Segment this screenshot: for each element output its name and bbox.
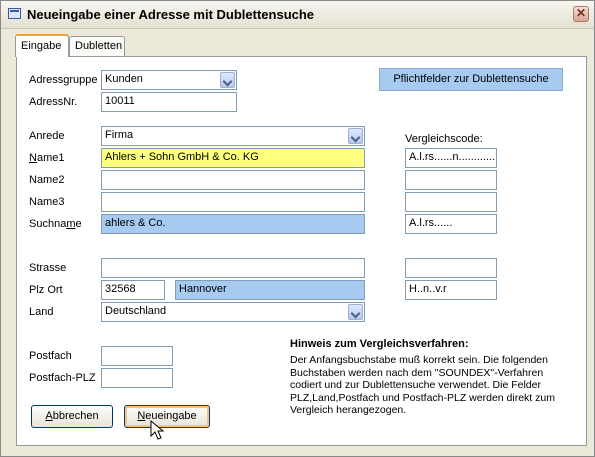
label-name1-mnemonic: N — [29, 152, 37, 164]
plz-field[interactable]: 32568 — [101, 280, 165, 300]
chevron-down-icon[interactable] — [220, 72, 235, 88]
suchname-field[interactable]: ahlers & Co. — [101, 214, 365, 234]
chevron-down-icon[interactable] — [348, 304, 363, 320]
label-adressnr: AdressNr. — [29, 96, 78, 108]
ort-field[interactable]: Hannover — [175, 280, 365, 300]
vergleich-strasse — [405, 258, 497, 278]
vergleich-name1: A.l.rs......n............. — [405, 148, 497, 168]
label-suchname-rest: e — [75, 218, 82, 230]
label-name1-rest: ame1 — [36, 152, 65, 164]
label-name3: Name3 — [29, 196, 65, 208]
land-select[interactable]: Deutschland — [101, 302, 365, 322]
pflichtfelder-legend: Pflichtfelder zur Dublettensuche — [379, 68, 563, 91]
mouse-cursor-icon — [150, 420, 165, 440]
label-anrede: Anrede — [29, 130, 65, 142]
label-name2: Name2 — [29, 174, 65, 186]
label-postfach: Postfach — [29, 350, 72, 362]
vergleich-suchname: A.l.rs...... — [405, 214, 497, 234]
abbrechen-mnemonic: A — [45, 410, 53, 422]
hinweis-text: Der Anfangsbuchstabe muß korrekt sein. D… — [290, 354, 555, 416]
vergleichscode-header: Vergleichscode: — [405, 133, 483, 145]
vergleich-plzort: H..n..v.r — [405, 280, 497, 300]
tab-eingabe[interactable]: Eingabe — [15, 34, 69, 57]
anrede-value: Firma — [105, 129, 134, 141]
window-title: Neueingabe einer Adresse mit Dublettensu… — [27, 7, 315, 22]
land-value: Deutschland — [105, 305, 167, 317]
postfach-plz-field[interactable] — [101, 368, 173, 388]
hinweis-title: Hinweis zum Vergleichsverfahren: — [290, 338, 469, 350]
postfach-field[interactable] — [101, 346, 173, 366]
name2-field[interactable] — [101, 170, 365, 190]
close-icon[interactable]: ✕ — [573, 6, 589, 22]
label-suchname: Suchname — [29, 218, 82, 230]
label-postfach-plz: Postfach-PLZ — [29, 372, 96, 384]
anrede-select[interactable]: Firma — [101, 126, 365, 146]
label-name1: Name1 — [29, 152, 64, 164]
label-plzort: Plz Ort — [29, 284, 63, 296]
vergleich-name2 — [405, 170, 497, 190]
chevron-down-icon[interactable] — [348, 128, 363, 144]
label-land: Land — [29, 306, 54, 318]
window-icon — [8, 8, 21, 19]
name3-field[interactable] — [101, 192, 365, 212]
tab-dubletten[interactable]: Dubletten — [69, 36, 125, 56]
name1-field[interactable]: Ahlers + Sohn GmbH & Co. KG — [101, 148, 365, 168]
label-suchname-pre: Suchna — [29, 218, 67, 230]
abbrechen-button[interactable]: Abbrechen — [31, 405, 113, 428]
adressgruppe-select[interactable]: Kunden — [101, 70, 237, 90]
title-bar[interactable]: Neueingabe einer Adresse mit Dublettensu… — [1, 1, 594, 29]
abbrechen-label: bbrechen — [52, 410, 99, 422]
label-strasse: Strasse — [29, 262, 67, 274]
adressnr-field[interactable]: 10011 — [101, 92, 237, 112]
adressgruppe-value: Kunden — [105, 73, 143, 85]
vergleich-name3 — [405, 192, 497, 212]
label-adressgruppe: Adressgruppe — [29, 74, 98, 86]
strasse-field[interactable] — [101, 258, 365, 278]
